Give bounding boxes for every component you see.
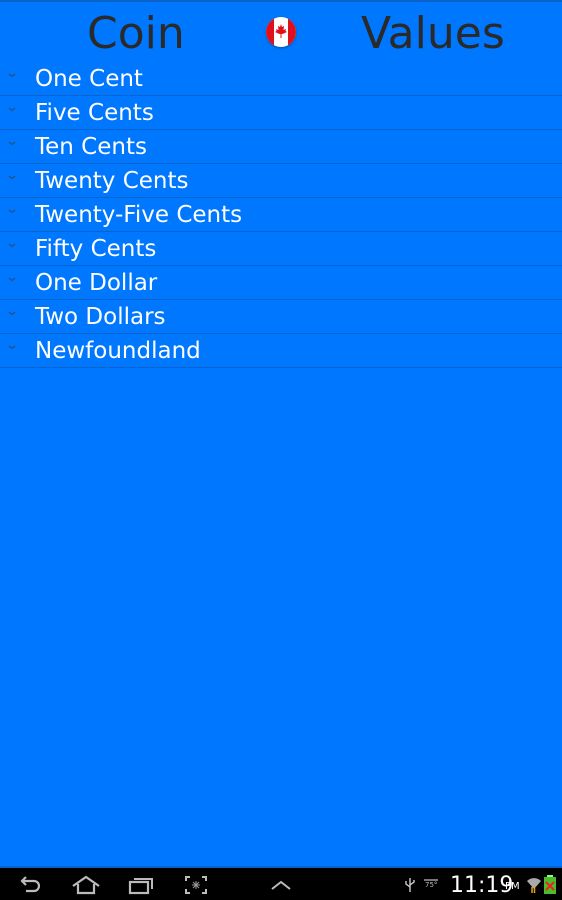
canada-flag-icon[interactable] [266,17,296,47]
screenshot-icon[interactable] [183,874,209,896]
clock-ampm: PM [505,881,520,892]
list-item-label: Twenty-Five Cents [35,202,243,228]
list-item-label: Five Cents [35,100,154,126]
usb-icon [405,878,415,892]
back-icon[interactable] [18,874,42,896]
list-item-label: One Dollar [35,270,158,296]
list-item-label: Two Dollars [35,304,166,330]
coin-heading: Coin [87,8,185,59]
values-heading: Values [361,8,505,59]
list-item-two-dollars[interactable]: Two Dollars [0,300,562,334]
chevron-down-icon [8,243,16,248]
list-item-ten-cents[interactable]: Ten Cents [0,130,562,164]
clock-time: 11:19 [450,873,514,898]
list-item-newfoundland[interactable]: Newfoundland [0,334,562,368]
recent-apps-icon[interactable] [127,874,155,896]
chevron-down-icon [8,209,16,214]
list-item-twenty-five-cents[interactable]: Twenty-Five Cents [0,198,562,232]
wifi-icon [527,878,541,893]
list-item-label: One Cent [35,66,143,92]
list-item-one-dollar[interactable]: One Dollar [0,266,562,300]
chevron-down-icon [8,107,16,112]
chevron-down-icon [8,345,16,350]
list-item-label: Fifty Cents [35,236,157,262]
list-item-label: Twenty Cents [35,168,189,194]
header: Coin Values [0,2,562,62]
list-item-fifty-cents[interactable]: Fifty Cents [0,232,562,266]
battery-icon [544,875,556,894]
list-item-label: Newfoundland [35,338,201,364]
coin-list: One Cent Five Cents Ten Cents Twenty Cen… [0,62,562,368]
menu-up-icon[interactable] [268,874,294,896]
list-item-five-cents[interactable]: Five Cents [0,96,562,130]
list-item-one-cent[interactable]: One Cent [0,62,562,96]
temperature-icon: 75° [424,879,439,889]
chevron-down-icon [8,277,16,282]
list-item-label: Ten Cents [35,134,147,160]
list-item-twenty-cents[interactable]: Twenty Cents [0,164,562,198]
system-navigation-bar: 75° 11:19 PM [0,866,562,900]
chevron-down-icon [8,311,16,316]
home-icon[interactable] [71,874,101,896]
chevron-down-icon [8,175,16,180]
chevron-down-icon [8,141,16,146]
chevron-down-icon [8,73,16,78]
